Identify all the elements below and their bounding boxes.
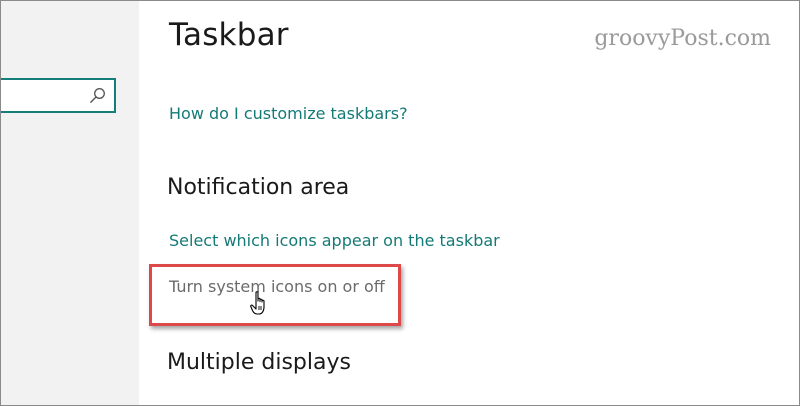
page-title: Taskbar [169,17,289,53]
select-taskbar-icons-link[interactable]: Select which icons appear on the taskbar [169,231,500,250]
search-icon[interactable] [89,87,106,104]
customize-taskbars-link[interactable]: How do I customize taskbars? [169,104,408,123]
notification-area-heading: Notification area [167,175,350,200]
sidebar [1,1,139,405]
multiple-displays-heading: Multiple displays [167,350,351,375]
system-icons-link[interactable]: Turn system icons on or off [169,277,385,296]
settings-window: Taskbar groovyPost.com How do I customiz… [0,0,800,406]
search-input[interactable] [1,78,116,113]
hand-pointer-icon [250,291,265,315]
watermark: groovyPost.com [594,26,771,51]
main-content: Taskbar groovyPost.com How do I customiz… [139,1,799,405]
